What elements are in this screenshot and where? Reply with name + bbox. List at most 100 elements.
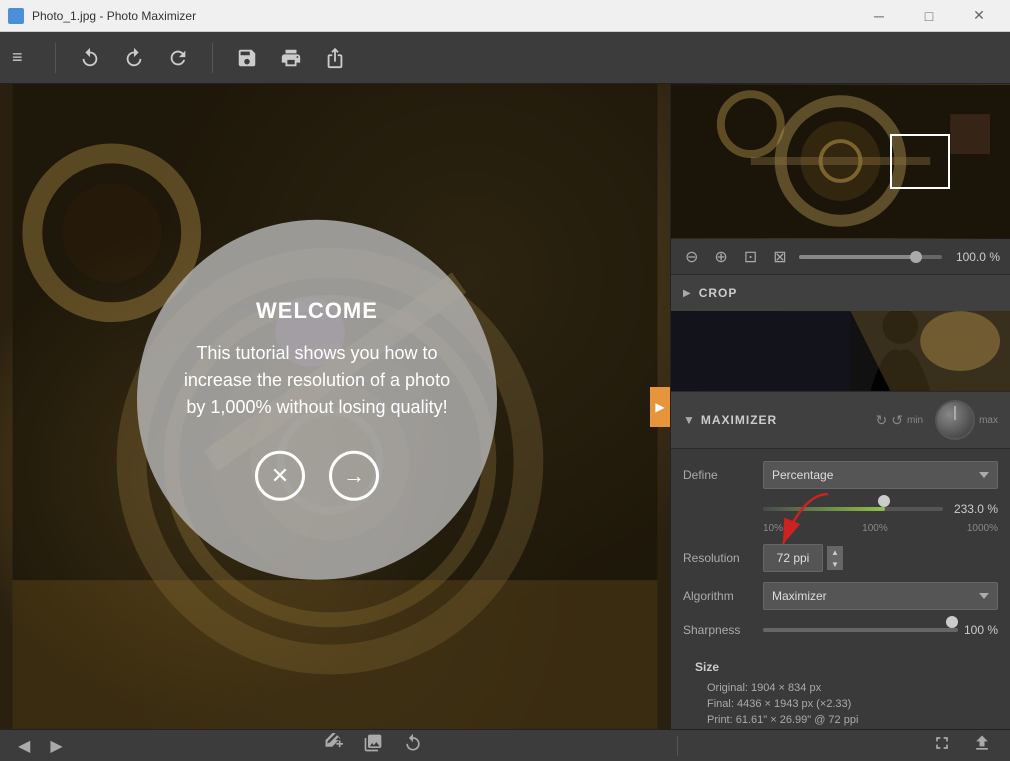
pct-label-100: 100% <box>862 523 888 534</box>
maximizer-knob[interactable] <box>935 400 975 440</box>
redo-button[interactable] <box>116 40 152 76</box>
bottom-tools <box>317 731 429 760</box>
canvas-area[interactable]: WELCOME This tutorial shows you how to i… <box>0 84 670 729</box>
define-row: Define Percentage <box>683 461 998 489</box>
right-panel: ⊖ ⊕ ⊡ ⊠ 100.0 % ▶ CROP <box>670 84 1010 729</box>
export-result-icon <box>972 733 992 753</box>
bottom-separator <box>677 736 678 756</box>
zoom-out-button[interactable]: ⊖ <box>681 245 702 269</box>
maximizer-refresh-icon[interactable]: ↻ <box>876 412 888 429</box>
fit-view-icon <box>932 733 952 753</box>
export-button[interactable] <box>317 40 353 76</box>
maximizer-title: MAXIMIZER <box>701 413 876 427</box>
resolution-up-button[interactable]: ▲ <box>827 546 843 558</box>
zoom-percentage: 100.0 % <box>950 250 1000 264</box>
sharpness-thumb <box>946 616 958 628</box>
menu-button[interactable]: ≡ <box>12 47 23 68</box>
close-button[interactable]: ✕ <box>956 0 1002 32</box>
redo2-button[interactable] <box>160 40 196 76</box>
final-size-row: Final: 4436 × 1943 px (×2.33) <box>695 698 986 710</box>
zoom-slider-thumb <box>910 251 922 263</box>
original-value: 1904 × 834 px <box>751 682 821 694</box>
algorithm-label: Algorithm <box>683 589 763 603</box>
resolution-input-wrap: ▲ ▼ <box>763 544 843 572</box>
thumbnail-selector[interactable] <box>890 134 950 189</box>
prev-image-button[interactable]: ◀ <box>12 734 36 758</box>
crop-title: CROP <box>699 286 998 300</box>
percentage-track <box>763 507 943 511</box>
maximizer-min-label: min <box>907 415 923 426</box>
rotate-button[interactable] <box>397 731 429 760</box>
original-size-row: Original: 1904 × 834 px <box>695 682 986 694</box>
toolbar-separator-2 <box>212 43 213 73</box>
bottom-bar: ◀ ▶ <box>0 729 1010 761</box>
tutorial-text: This tutorial shows you how to increase … <box>177 340 457 421</box>
zoom-in-button[interactable]: ⊕ <box>710 245 731 269</box>
export-icon <box>324 47 346 69</box>
zoom-slider-track <box>799 255 914 259</box>
thumbnail-image <box>671 84 1010 239</box>
print-button[interactable] <box>273 40 309 76</box>
print-icon <box>280 47 302 69</box>
maximizer-labels: ↻ ↺ min max <box>876 400 999 440</box>
sharpness-value: 100 % <box>958 623 998 637</box>
maximizer-section: ▼ MAXIMIZER ↻ ↺ min max Define Pe <box>671 392 1010 729</box>
gallery-icon <box>363 733 383 753</box>
print-value: 61.61" × 26.99" @ 72 ppi <box>736 714 859 726</box>
percentage-slider-row: 233.0 % <box>683 499 998 519</box>
redo-icon <box>123 47 145 69</box>
panel-scroll-arrow[interactable]: ▶ <box>650 387 670 427</box>
photo-gallery-button[interactable] <box>357 731 389 760</box>
maximizer-max-label: max <box>979 415 998 426</box>
tutorial-close-button[interactable]: ✕ <box>255 451 305 501</box>
rotate-icon <box>403 733 423 753</box>
add-photo-button[interactable] <box>317 731 349 760</box>
tutorial-overlay: WELCOME This tutorial shows you how to i… <box>137 219 497 579</box>
resolution-input[interactable] <box>763 544 823 572</box>
thumb-graphic <box>671 84 1010 239</box>
resolution-spinners: ▲ ▼ <box>827 546 843 570</box>
bottom-nav-left: ◀ ▶ <box>12 734 69 758</box>
algorithm-select[interactable]: Maximizer <box>763 582 998 610</box>
save-button[interactable] <box>229 40 265 76</box>
fit-view-button[interactable] <box>926 731 958 760</box>
app-icon <box>8 8 24 24</box>
sharpness-row: Sharpness 100 % <box>683 620 998 640</box>
crop-header[interactable]: ▶ CROP <box>671 275 1010 311</box>
define-select[interactable]: Percentage <box>763 461 998 489</box>
minimize-button[interactable]: ─ <box>856 0 902 32</box>
final-value: 4436 × 1943 px (×2.33) <box>737 698 851 710</box>
redo2-icon <box>167 47 189 69</box>
fit-width-button[interactable]: ⊠ <box>769 245 790 269</box>
bottom-tools-right <box>926 731 998 760</box>
undo-button[interactable] <box>72 40 108 76</box>
zoom-slider[interactable] <box>799 255 942 259</box>
main-layout: WELCOME This tutorial shows you how to i… <box>0 84 1010 729</box>
original-label: Original: <box>707 682 748 694</box>
export-result-button[interactable] <box>966 731 998 760</box>
knob-indicator <box>954 406 956 420</box>
size-section: Size Original: 1904 × 834 px Final: 4436… <box>683 650 998 729</box>
maximizer-header[interactable]: ▼ MAXIMIZER ↻ ↺ min max <box>671 392 1010 449</box>
pct-label-1000: 1000% <box>967 523 998 534</box>
zoom-bar: ⊖ ⊕ ⊡ ⊠ 100.0 % <box>671 239 1010 275</box>
maximizer-reset-icon[interactable]: ↺ <box>891 412 903 429</box>
preview-thumbnail[interactable] <box>671 84 1010 239</box>
crop-section: ▶ CROP <box>671 275 1010 392</box>
fit-page-button[interactable]: ⊡ <box>740 245 761 269</box>
sharpness-slider[interactable] <box>763 620 958 640</box>
maximize-button[interactable]: □ <box>906 0 952 32</box>
print-size-row: Print: 61.61" × 26.99" @ 72 ppi <box>695 714 986 726</box>
resolution-label: Resolution <box>683 551 763 565</box>
undo-icon <box>79 47 101 69</box>
pct-label-10: 10% <box>763 523 783 534</box>
algorithm-row: Algorithm Maximizer <box>683 582 998 610</box>
tutorial-buttons: ✕ → <box>255 451 379 501</box>
percentage-slider[interactable] <box>763 499 943 519</box>
next-image-button[interactable]: ▶ <box>44 734 68 758</box>
resolution-down-button[interactable]: ▼ <box>827 558 843 570</box>
crop-preview <box>671 311 1010 391</box>
percentage-labels: 10% 100% 1000% <box>683 523 998 534</box>
percentage-value: 233.0 % <box>943 502 998 516</box>
tutorial-next-button[interactable]: → <box>329 451 379 501</box>
